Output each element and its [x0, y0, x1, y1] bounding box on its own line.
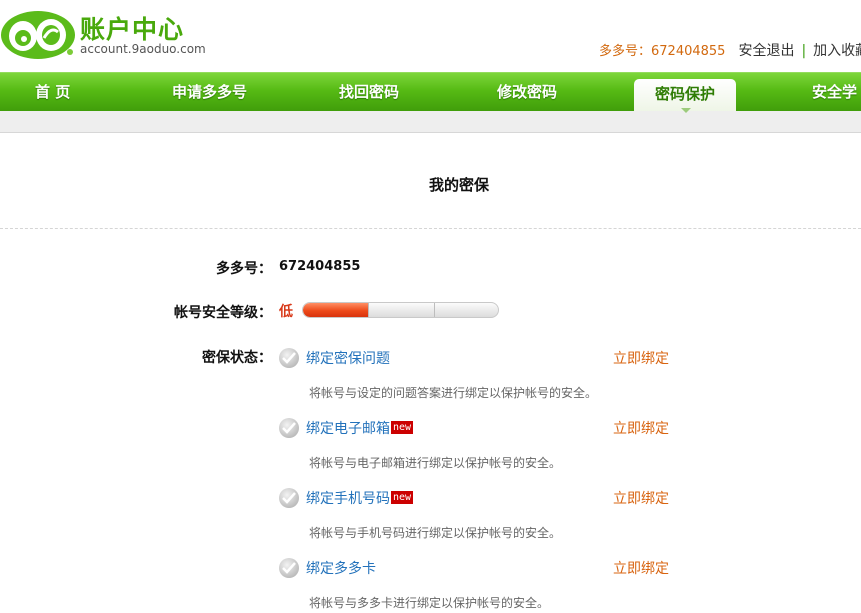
item-phone-title[interactable]: 绑定手机号码 new [306, 488, 414, 508]
new-badge: new [391, 421, 414, 434]
logo-domain: account.9aoduo.com [80, 42, 206, 56]
check-circle-icon [279, 558, 299, 578]
header: 账户中心 account.9aoduo.com 多多号：672404855 安全退… [0, 0, 861, 72]
check-circle-icon [279, 418, 299, 438]
top-links: 多多号：672404855 安全退出 | 加入收藏 [599, 40, 861, 60]
check-circle-icon [279, 488, 299, 508]
nav-apply-account[interactable]: 申请多多号 [172, 73, 247, 112]
security-level-value: 低 [279, 304, 293, 320]
bind-card-button[interactable]: 立即绑定 [613, 558, 669, 578]
meter-divider [368, 303, 369, 317]
bind-security-question-button[interactable]: 立即绑定 [613, 348, 669, 368]
item-email-desc: 将帐号与电子邮箱进行绑定以保护帐号的安全。 [309, 456, 562, 470]
page-title: 我的密保 [428, 176, 489, 194]
item-title-text[interactable]: 绑定多多卡 [306, 561, 376, 577]
security-level-fill [303, 303, 369, 317]
item-card-title[interactable]: 绑定多多卡 [306, 558, 376, 578]
nav-security-learning[interactable]: 安全学 [812, 73, 857, 112]
protection-status-label: 密保状态： [202, 350, 272, 366]
bind-email-button[interactable]: 立即绑定 [613, 418, 669, 438]
item-title-text[interactable]: 绑定密保问题 [306, 351, 390, 367]
bind-phone-button[interactable]: 立即绑定 [613, 488, 669, 508]
item-security-question-desc: 将帐号与设定的问题答案进行绑定以保护帐号的安全。 [309, 386, 598, 400]
security-level-label: 帐号安全等级： [174, 305, 272, 321]
item-card-desc: 将帐号与多多卡进行绑定以保护帐号的安全。 [309, 596, 550, 610]
top-link-separator: | [801, 43, 807, 59]
account-value: 672404855 [279, 259, 361, 274]
security-level-meter [302, 302, 499, 318]
meter-divider [434, 303, 435, 317]
divider [0, 228, 861, 229]
account-label: 多多号： [216, 261, 272, 277]
item-title-text[interactable]: 绑定手机号码 [306, 491, 390, 507]
active-tab-arrow-icon [681, 108, 691, 113]
logo-title: 账户中心 [80, 15, 185, 44]
nav-change-password[interactable]: 修改密码 [497, 73, 557, 112]
item-security-question-title[interactable]: 绑定密保问题 [306, 348, 390, 368]
main-nav: 首 页 申请多多号 找回密码 修改密码 密码保护 安全学 [0, 72, 861, 112]
item-email-title[interactable]: 绑定电子邮箱 new [306, 418, 414, 438]
check-circle-icon [279, 348, 299, 368]
bookmark-link[interactable]: 加入收藏 [813, 43, 861, 59]
sub-bar [0, 111, 861, 133]
item-title-text[interactable]: 绑定电子邮箱 [306, 421, 390, 437]
nav-recover-password[interactable]: 找回密码 [339, 73, 399, 112]
new-badge: new [391, 491, 414, 504]
logo-icon[interactable] [0, 8, 76, 60]
nav-home[interactable]: 首 页 [35, 73, 70, 112]
logout-link[interactable]: 安全退出 [738, 43, 794, 59]
item-phone-desc: 将帐号与手机号码进行绑定以保护帐号的安全。 [309, 526, 562, 540]
top-account-number: 多多号：672404855 [599, 44, 726, 59]
